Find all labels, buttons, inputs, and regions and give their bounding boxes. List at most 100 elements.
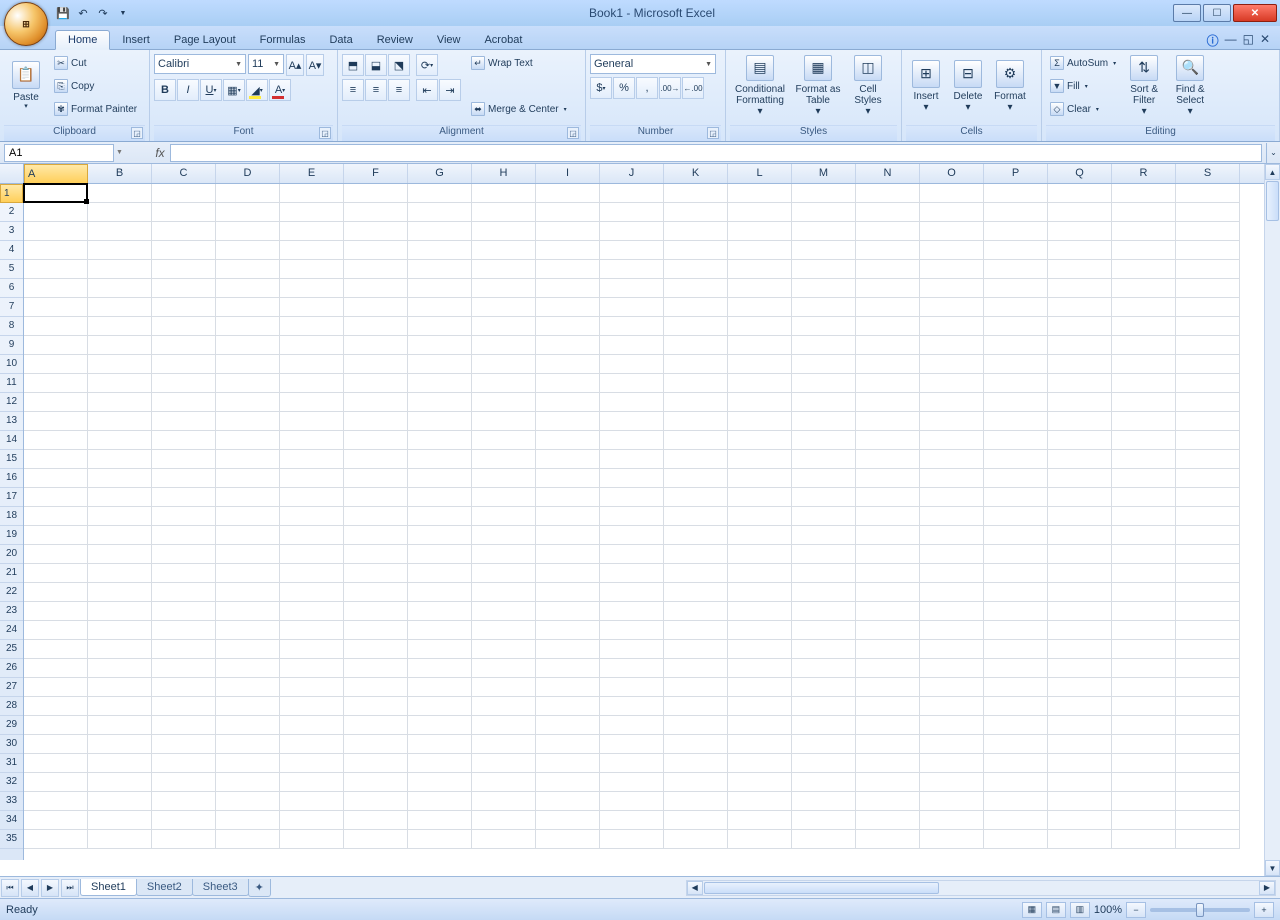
cell[interactable] — [728, 526, 792, 545]
cell[interactable] — [536, 545, 600, 564]
cell[interactable] — [152, 184, 216, 203]
cell[interactable] — [24, 811, 88, 830]
cell[interactable] — [1176, 754, 1240, 773]
cell[interactable] — [984, 279, 1048, 298]
cell[interactable] — [984, 507, 1048, 526]
cell[interactable] — [1048, 355, 1112, 374]
cell[interactable] — [472, 545, 536, 564]
cell[interactable] — [600, 431, 664, 450]
close-button[interactable]: ✕ — [1233, 4, 1277, 22]
cell[interactable] — [344, 640, 408, 659]
cell[interactable] — [664, 355, 728, 374]
cell[interactable] — [1176, 640, 1240, 659]
cell[interactable] — [152, 773, 216, 792]
cell[interactable] — [1176, 374, 1240, 393]
cell[interactable] — [856, 184, 920, 203]
cell[interactable] — [1112, 583, 1176, 602]
cell[interactable] — [984, 355, 1048, 374]
cell[interactable] — [856, 716, 920, 735]
cell[interactable] — [408, 184, 472, 203]
row-header[interactable]: 25 — [0, 640, 23, 659]
cell[interactable] — [152, 754, 216, 773]
cell[interactable] — [792, 545, 856, 564]
cell[interactable] — [536, 583, 600, 602]
cell[interactable] — [536, 792, 600, 811]
cell[interactable] — [600, 450, 664, 469]
cell[interactable] — [1176, 545, 1240, 564]
cell[interactable] — [344, 203, 408, 222]
cell[interactable] — [472, 716, 536, 735]
shrink-font-button[interactable]: A▾ — [306, 54, 324, 76]
cell[interactable] — [24, 583, 88, 602]
row-header[interactable]: 12 — [0, 393, 23, 412]
cell[interactable] — [1048, 564, 1112, 583]
tab-view[interactable]: View — [425, 31, 473, 49]
cell[interactable] — [792, 184, 856, 203]
currency-button[interactable]: $▾ — [590, 77, 612, 99]
cell[interactable] — [728, 488, 792, 507]
cell[interactable] — [408, 830, 472, 849]
cell[interactable] — [984, 260, 1048, 279]
cell[interactable] — [1176, 678, 1240, 697]
cell[interactable] — [536, 450, 600, 469]
cell[interactable] — [984, 811, 1048, 830]
cell[interactable] — [280, 545, 344, 564]
cell[interactable] — [280, 830, 344, 849]
cell[interactable] — [728, 735, 792, 754]
cell[interactable] — [1176, 602, 1240, 621]
cell[interactable] — [472, 526, 536, 545]
select-all-corner[interactable] — [0, 164, 24, 184]
sheet-tab-3[interactable]: Sheet3 — [192, 879, 249, 896]
cell[interactable] — [1048, 469, 1112, 488]
cell[interactable] — [88, 640, 152, 659]
cell[interactable] — [24, 716, 88, 735]
cell[interactable] — [600, 317, 664, 336]
cell[interactable] — [1176, 184, 1240, 203]
cell[interactable] — [280, 184, 344, 203]
cell[interactable] — [1048, 526, 1112, 545]
cell[interactable] — [280, 621, 344, 640]
tab-insert[interactable]: Insert — [110, 31, 162, 49]
cell[interactable] — [1112, 678, 1176, 697]
cell[interactable] — [88, 773, 152, 792]
last-sheet-button[interactable]: ⏭ — [61, 879, 79, 897]
cell[interactable] — [792, 716, 856, 735]
cell[interactable] — [344, 450, 408, 469]
column-header[interactable]: M — [792, 164, 856, 183]
cell[interactable] — [152, 374, 216, 393]
cell[interactable] — [152, 621, 216, 640]
cell[interactable] — [536, 602, 600, 621]
cell[interactable] — [344, 830, 408, 849]
cell[interactable] — [88, 735, 152, 754]
cell[interactable] — [1112, 602, 1176, 621]
cell[interactable] — [216, 184, 280, 203]
cell[interactable] — [408, 412, 472, 431]
column-header[interactable]: L — [728, 164, 792, 183]
cell[interactable] — [344, 412, 408, 431]
cell[interactable] — [728, 830, 792, 849]
cell[interactable] — [1112, 355, 1176, 374]
hscroll-thumb[interactable] — [704, 882, 939, 894]
cell[interactable] — [24, 830, 88, 849]
cell[interactable] — [408, 526, 472, 545]
sheet-tab-1[interactable]: Sheet1 — [80, 879, 137, 896]
cell[interactable] — [536, 184, 600, 203]
tab-formulas[interactable]: Formulas — [248, 31, 318, 49]
cell[interactable] — [728, 412, 792, 431]
cell[interactable] — [792, 773, 856, 792]
cell[interactable] — [408, 241, 472, 260]
cell[interactable] — [1112, 279, 1176, 298]
cell[interactable] — [408, 469, 472, 488]
cell[interactable] — [344, 526, 408, 545]
cell[interactable] — [984, 298, 1048, 317]
cell[interactable] — [664, 203, 728, 222]
cell[interactable] — [664, 450, 728, 469]
cell[interactable] — [1112, 222, 1176, 241]
cell[interactable] — [536, 830, 600, 849]
cell[interactable] — [856, 830, 920, 849]
cell[interactable] — [600, 184, 664, 203]
cell[interactable] — [984, 830, 1048, 849]
conditional-formatting-button[interactable]: ▤Conditional Formatting ▾ — [730, 52, 790, 120]
cell[interactable] — [600, 583, 664, 602]
cell[interactable] — [280, 203, 344, 222]
